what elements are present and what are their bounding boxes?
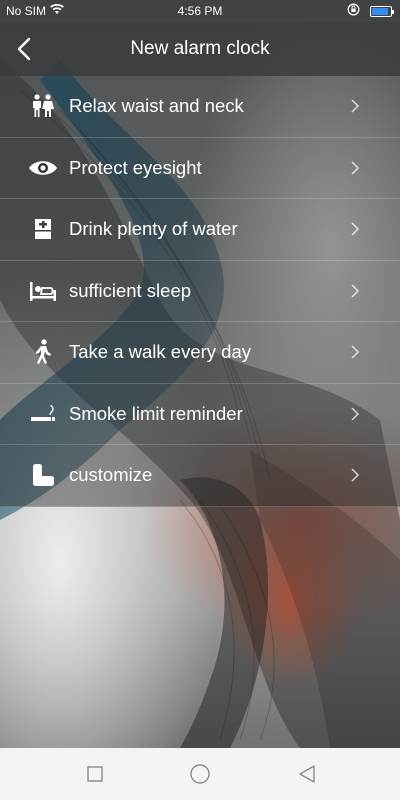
list-item-smoke-limit[interactable]: Smoke limit reminder [0, 383, 400, 445]
list-item-customize[interactable]: customize [0, 445, 400, 507]
battery-icon [370, 5, 394, 17]
chevron-right-icon [351, 407, 360, 421]
eye-icon [28, 155, 58, 181]
list-item-label: customize [69, 464, 153, 486]
walking-person-icon [28, 339, 58, 365]
back-triangle-icon [299, 765, 315, 783]
reminder-list: Relax waist and neck Protect eyesight Dr… [0, 76, 400, 507]
chevron-right-icon [351, 284, 360, 298]
rotation-lock-icon [347, 3, 360, 19]
list-item-label: Take a walk every day [69, 341, 252, 363]
list-item-label: Protect eyesight [69, 156, 202, 178]
chevron-right-icon [351, 99, 360, 113]
recents-button[interactable] [83, 762, 107, 786]
nav-back-button[interactable] [295, 762, 319, 786]
page-title: New alarm clock [130, 38, 270, 59]
list-item-label: Relax waist and neck [69, 95, 244, 117]
chevron-right-icon [351, 468, 360, 482]
recents-square-icon [87, 766, 103, 782]
list-item-protect-eyesight[interactable]: Protect eyesight [0, 137, 400, 199]
list-item-relax-waist-neck[interactable]: Relax waist and neck [0, 76, 400, 138]
status-bar: No SIM 4:56 PM [0, 0, 400, 22]
title-bar: New alarm clock [0, 22, 400, 76]
list-item-drink-water[interactable]: Drink plenty of water [0, 199, 400, 261]
chevron-right-icon [351, 161, 360, 175]
home-button[interactable] [188, 762, 212, 786]
list-item-label: Smoke limit reminder [69, 402, 243, 424]
home-circle-icon [190, 764, 210, 784]
bed-icon [28, 278, 58, 304]
cigarette-icon [28, 401, 58, 427]
customize-icon [28, 462, 58, 488]
clock-time: 4:56 PM [177, 4, 223, 18]
list-item-label: Drink plenty of water [69, 218, 238, 240]
people-icon [28, 93, 58, 119]
list-item-take-walk[interactable]: Take a walk every day [0, 322, 400, 384]
list-item-sufficient-sleep[interactable]: sufficient sleep [0, 260, 400, 322]
system-nav-bar [0, 748, 400, 800]
water-dispenser-icon [28, 216, 58, 242]
chevron-right-icon [351, 345, 360, 359]
list-item-label: sufficient sleep [69, 279, 192, 301]
chevron-right-icon [351, 222, 360, 236]
